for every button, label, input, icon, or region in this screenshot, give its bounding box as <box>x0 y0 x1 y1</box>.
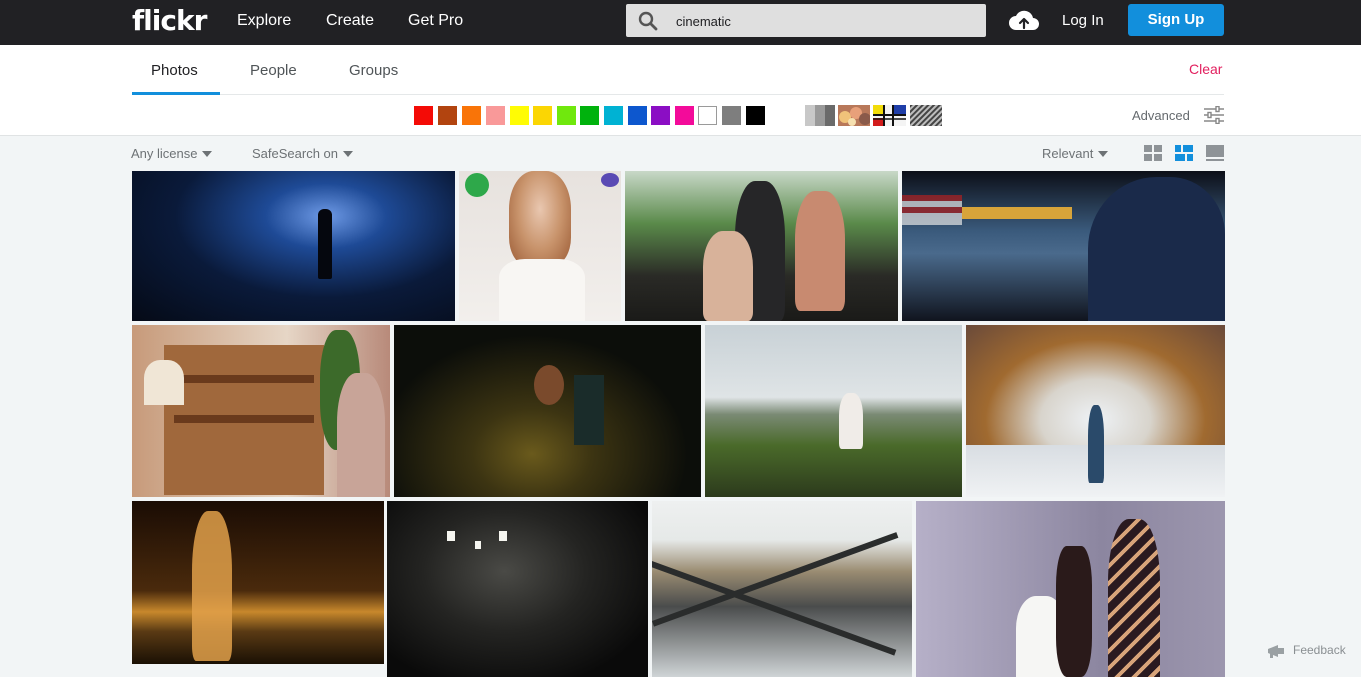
sliders-icon[interactable] <box>1204 106 1224 124</box>
photo-scooter-riders[interactable] <box>625 171 898 321</box>
grid-small-icon[interactable] <box>1144 145 1162 161</box>
color-swatch-dark-orange[interactable] <box>438 106 457 125</box>
license-dropdown[interactable]: Any license <box>131 146 213 161</box>
patterns-filter-icon[interactable] <box>910 105 942 126</box>
clear-link[interactable]: Clear <box>1189 61 1222 77</box>
nav-create-link[interactable]: Create <box>326 12 374 30</box>
tabs-divider <box>132 94 1224 95</box>
log-in-link[interactable]: Log In <box>1062 12 1104 29</box>
tab-groups[interactable]: Groups <box>349 62 398 79</box>
photo-doll-portrait[interactable] <box>459 171 621 321</box>
flickr-logo[interactable]: flickr <box>132 4 207 37</box>
safesearch-dropdown[interactable]: SafeSearch on <box>252 146 354 161</box>
nav-explore-link[interactable]: Explore <box>237 12 291 30</box>
chevron-down-icon <box>202 150 213 157</box>
top-nav-bar: flickr Explore Create Get Pro Log In Sig… <box>0 0 1361 45</box>
tab-people[interactable]: People <box>250 62 297 79</box>
photo-golden-tree[interactable] <box>132 501 384 664</box>
color-swatch-orange[interactable] <box>462 106 481 125</box>
color-swatch-lime[interactable] <box>557 106 576 125</box>
search-icon[interactable] <box>638 11 658 31</box>
color-swatch-purple[interactable] <box>651 106 670 125</box>
chevron-down-icon <box>343 150 354 157</box>
photo-coastal-meadow[interactable] <box>705 325 962 497</box>
megaphone-icon <box>1268 645 1284 658</box>
nav-get-pro-link[interactable]: Get Pro <box>408 12 463 30</box>
black-and-white-filter-icon[interactable] <box>805 105 835 126</box>
photo-mosaic-metro[interactable] <box>966 325 1225 497</box>
color-swatch-magenta[interactable] <box>675 106 694 125</box>
grid-large-icon[interactable] <box>1206 145 1224 161</box>
chevron-down-icon <box>1098 150 1109 157</box>
search-input[interactable] <box>676 12 966 30</box>
sort-label: Relevant <box>1042 146 1094 161</box>
color-swatch-black[interactable] <box>746 106 765 125</box>
photo-warehouse-guitarist[interactable] <box>132 171 455 321</box>
photo-church-candles[interactable] <box>394 325 701 497</box>
tab-photos[interactable]: Photos <box>151 62 198 79</box>
advanced-filters-link[interactable]: Advanced <box>1132 108 1190 123</box>
safesearch-label: SafeSearch on <box>252 146 339 161</box>
color-swatch-cyan[interactable] <box>604 106 623 125</box>
color-swatch-gold[interactable] <box>533 106 552 125</box>
minimalist-filter-icon[interactable] <box>873 105 906 126</box>
color-swatch-white[interactable] <box>698 106 717 125</box>
color-swatch-pink[interactable] <box>486 106 505 125</box>
photo-steel-lattice[interactable] <box>652 501 912 677</box>
license-label: Any license <box>131 146 198 161</box>
active-tab-underline <box>132 92 220 95</box>
color-swatch-yellow[interactable] <box>510 106 529 125</box>
color-swatch-red[interactable] <box>414 106 433 125</box>
shallow-depth-of-field-filter-icon[interactable] <box>838 105 870 126</box>
sign-up-button[interactable]: Sign Up <box>1128 4 1224 36</box>
search-box[interactable] <box>626 4 986 37</box>
sort-dropdown[interactable]: Relevant <box>1042 146 1109 161</box>
photo-escalator-tunnel[interactable] <box>387 501 648 677</box>
photo-wall-duo[interactable] <box>916 501 1225 677</box>
feedback-label: Feedback <box>1293 643 1346 658</box>
search-header: Photos People Groups Clear Advanced <box>0 45 1361 136</box>
upload-cloud-icon[interactable] <box>1008 8 1040 34</box>
grid-justified-icon[interactable] <box>1175 145 1193 161</box>
color-swatch-green[interactable] <box>580 106 599 125</box>
color-swatch-blue[interactable] <box>628 106 647 125</box>
photo-vintage-hutch[interactable] <box>132 325 390 497</box>
photo-subway-blur[interactable] <box>902 171 1225 321</box>
color-swatch-gray[interactable] <box>722 106 741 125</box>
feedback-button[interactable]: Feedback <box>1266 643 1346 659</box>
